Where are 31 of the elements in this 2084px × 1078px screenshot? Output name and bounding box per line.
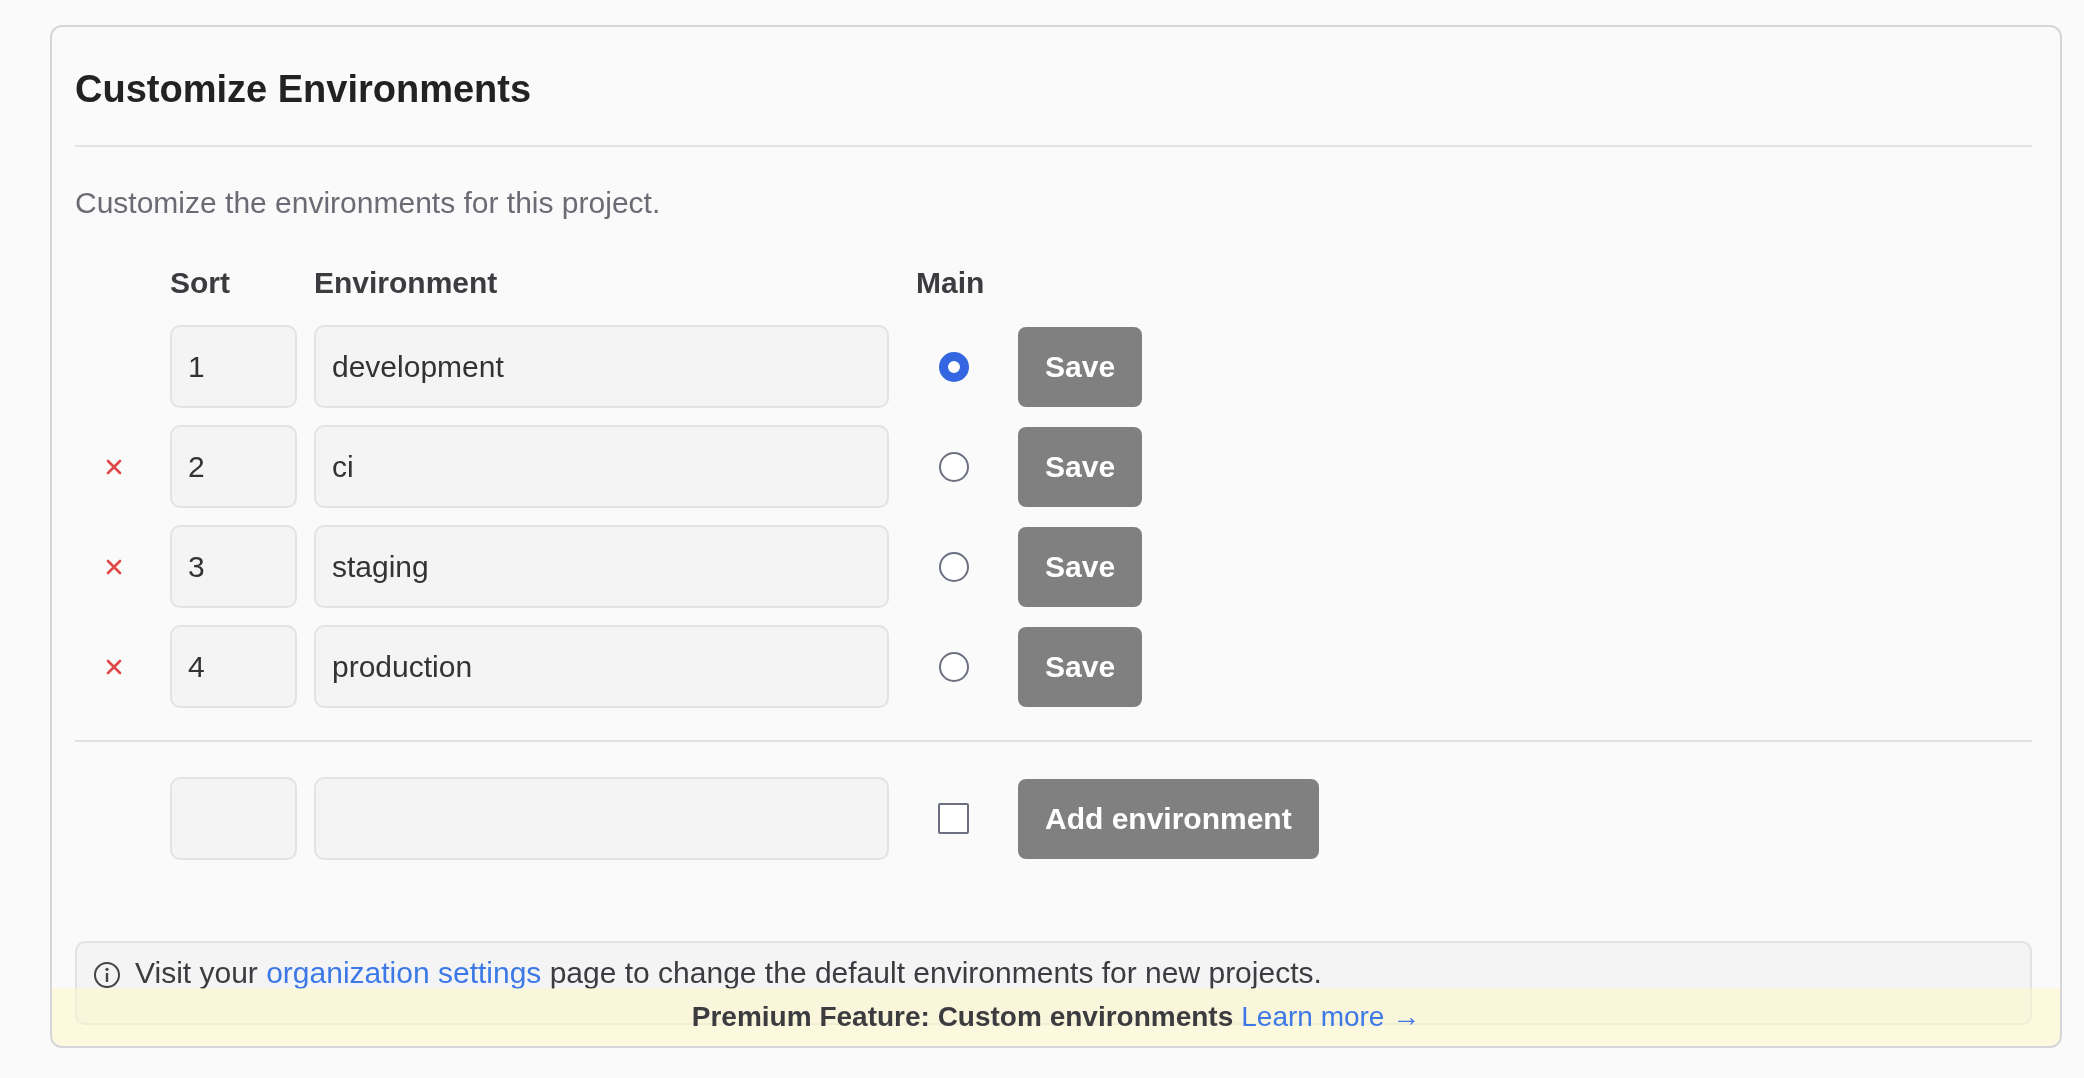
section-description: Customize the environments for this project. — [75, 185, 662, 221]
info-icon — [93, 961, 121, 989]
info-text: Visit your organization settings page to change the default environments for new projects. — [135, 955, 1322, 991]
environment-field[interactable]: production — [314, 625, 889, 708]
sort-field[interactable]: 4 — [170, 625, 297, 708]
premium-feature-label: Premium Feature: Custom environments — [691, 1001, 1234, 1033]
learn-more-link[interactable]: Learn more → — [1241, 1001, 1421, 1033]
main-radio[interactable] — [938, 351, 969, 382]
section-title: Customize Environments — [75, 67, 533, 112]
save-button[interactable]: Save — [1018, 326, 1143, 407]
sort-field[interactable]: 1 — [170, 325, 297, 408]
main-checkbox[interactable] — [938, 803, 969, 834]
add-environment-button[interactable]: Add environment — [1018, 778, 1319, 859]
save-button[interactable]: Save — [1018, 426, 1143, 507]
sort-field[interactable]: 2 — [170, 425, 297, 508]
environment-field[interactable]: staging — [314, 525, 889, 608]
main-radio[interactable] — [938, 651, 969, 682]
save-button[interactable]: Save — [1018, 626, 1143, 707]
environment-field[interactable]: development — [314, 325, 889, 408]
delete-icon[interactable] — [105, 558, 122, 575]
environment-field[interactable]: ci — [314, 425, 889, 508]
column-header: Main — [916, 265, 986, 301]
delete-icon[interactable] — [105, 658, 122, 675]
sort-field[interactable]: 3 — [170, 525, 297, 608]
organization-settings-link[interactable]: organization settings — [266, 956, 542, 989]
save-button[interactable]: Save — [1018, 526, 1143, 607]
main-radio[interactable] — [938, 451, 969, 482]
column-header: Sort — [170, 265, 231, 301]
column-header: Environment — [314, 265, 499, 301]
main-radio[interactable] — [938, 551, 969, 582]
delete-icon[interactable] — [105, 458, 122, 475]
